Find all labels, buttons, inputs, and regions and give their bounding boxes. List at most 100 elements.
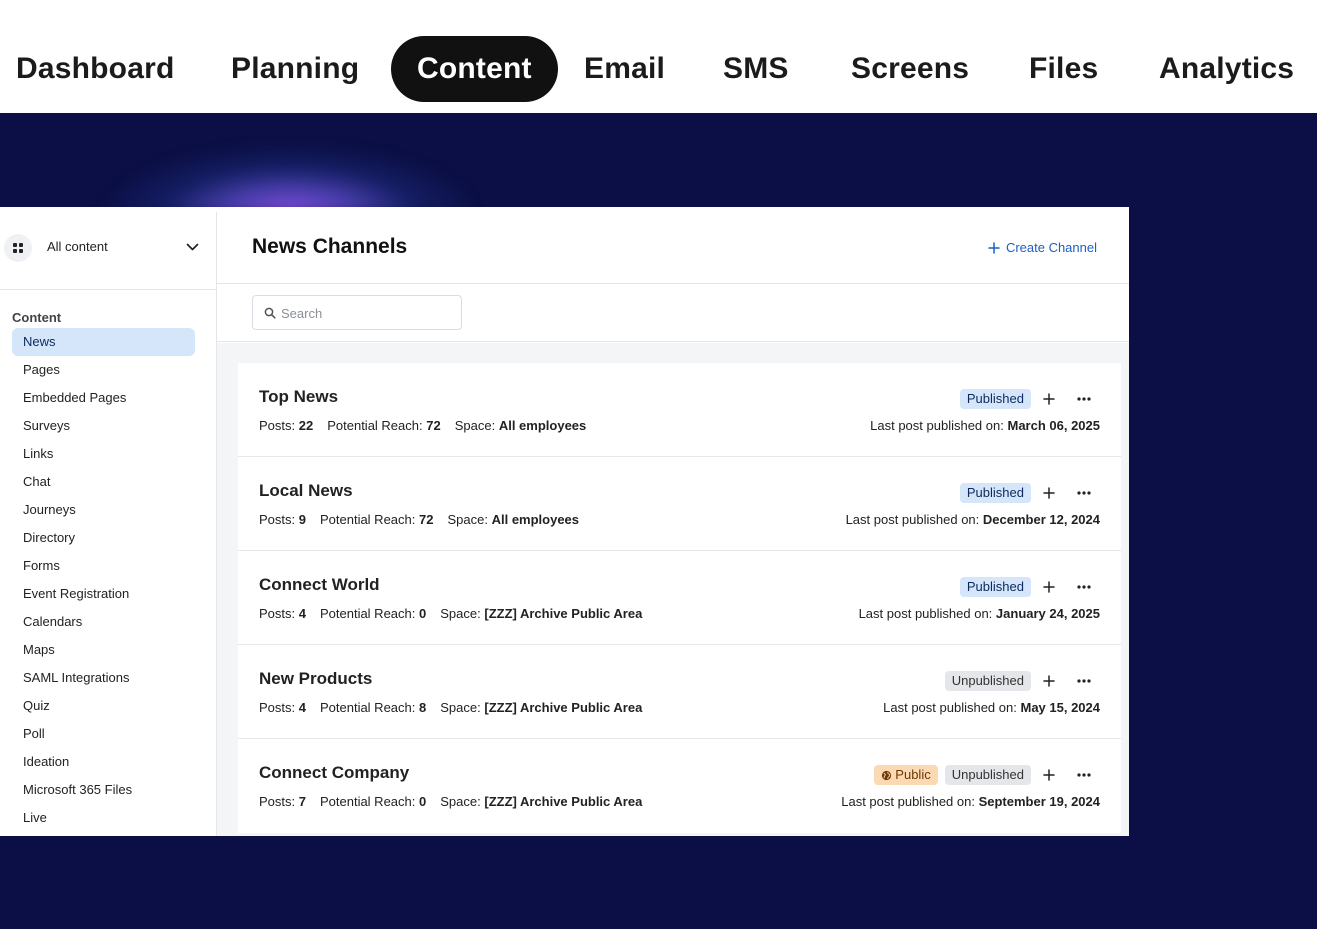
space-label: Space: xyxy=(440,606,481,621)
channel-actions: Published xyxy=(953,481,1101,505)
ellipsis-icon xyxy=(1076,491,1091,495)
posts-value: 4 xyxy=(298,700,306,715)
sidebar-item-links[interactable]: Links xyxy=(12,440,195,468)
status-badge: Published xyxy=(959,577,1031,597)
sidebar-item-pages[interactable]: Pages xyxy=(12,356,195,384)
add-post-button[interactable] xyxy=(1031,763,1066,787)
space-label: Space: xyxy=(440,700,481,715)
status-badge: Published xyxy=(959,483,1031,503)
sidebar-item-poll[interactable]: Poll xyxy=(12,720,195,748)
nav-tab-screens[interactable]: Screens xyxy=(851,36,969,102)
plus-icon xyxy=(1042,393,1055,405)
nav-tab-analytics[interactable]: Analytics xyxy=(1159,36,1294,102)
space-value: [ZZZ] Archive Public Area xyxy=(484,700,643,715)
sidebar-item-directory[interactable]: Directory xyxy=(12,524,195,552)
search-bar xyxy=(217,284,1129,342)
status-badge: Unpublished xyxy=(944,671,1031,691)
space-value: [ZZZ] Archive Public Area xyxy=(484,794,643,809)
add-post-button[interactable] xyxy=(1031,669,1066,693)
more-options-button[interactable] xyxy=(1066,669,1101,693)
content-panel: All content Content News Pages Embedded … xyxy=(0,207,1129,836)
channel-name[interactable]: New Products xyxy=(259,669,372,689)
posts-label: Posts: xyxy=(259,606,296,621)
channel-meta: Posts: 4 Potential Reach: 8 Space: [ZZZ] A… xyxy=(259,700,642,715)
last-post-value: March 06, 2025 xyxy=(1007,418,1100,433)
sidebar-item-journeys[interactable]: Journeys xyxy=(12,496,195,524)
sidebar: All content Content News Pages Embedded … xyxy=(0,212,217,836)
reach-label: Potential Reach: xyxy=(319,700,416,715)
last-post-date: Last post published on: December 12, 202… xyxy=(846,512,1100,527)
page-header: News Channels Create Channel xyxy=(217,212,1129,284)
add-post-button[interactable] xyxy=(1031,481,1066,505)
public-badge: Public xyxy=(874,765,938,785)
nav-tab-email[interactable]: Email xyxy=(584,36,665,102)
nav-edge xyxy=(1300,0,1317,113)
nav-tab-content[interactable]: Content xyxy=(391,36,558,102)
plus-icon xyxy=(1042,487,1055,499)
channel-card[interactable]: Connect Company Posts: 7 Potential Reach:… xyxy=(238,739,1121,833)
space-value: [ZZZ] Archive Public Area xyxy=(484,606,643,621)
sidebar-item-embedded-pages[interactable]: Embedded Pages xyxy=(12,384,195,412)
reach-value: 72 xyxy=(426,418,441,433)
sidebar-item-chat[interactable]: Chat xyxy=(12,468,195,496)
channel-list: Top News Posts: 22 Potential Reach: 72 Spa… xyxy=(238,363,1121,833)
last-post-date: Last post published on: March 06, 2025 xyxy=(870,418,1100,433)
space-label: Space: xyxy=(447,512,488,527)
page-title: News Channels xyxy=(252,235,408,258)
channel-actions: Published xyxy=(953,387,1101,411)
sidebar-item-saml-integrations[interactable]: SAML Integrations xyxy=(12,664,195,692)
sidebar-item-quiz[interactable]: Quiz xyxy=(12,692,195,720)
add-post-button[interactable] xyxy=(1031,387,1066,411)
space-value: All employees xyxy=(491,512,580,527)
channel-card[interactable]: Connect World Posts: 4 Potential Reach: 0… xyxy=(238,551,1121,645)
sidebar-item-live[interactable]: Live xyxy=(12,804,195,832)
channel-card[interactable]: Top News Posts: 22 Potential Reach: 72 Spa… xyxy=(238,363,1121,457)
content-type-selector[interactable]: All content xyxy=(0,212,216,290)
posts-value: 22 xyxy=(298,418,314,433)
space-value: All employees xyxy=(498,418,587,433)
nav-tab-dashboard[interactable]: Dashboard xyxy=(16,36,175,102)
posts-value: 4 xyxy=(298,606,306,621)
sidebar-item-surveys[interactable]: Surveys xyxy=(12,412,195,440)
search-input[interactable] xyxy=(281,303,451,323)
last-post-value: January 24, 2025 xyxy=(995,606,1100,621)
sidebar-item-event-registration[interactable]: Event Registration xyxy=(12,580,195,608)
last-post-label: Last post published on: xyxy=(858,606,993,621)
channel-name[interactable]: Connect World xyxy=(259,575,380,595)
add-post-button[interactable] xyxy=(1031,575,1066,599)
create-channel-button[interactable]: Create Channel xyxy=(988,240,1097,255)
sidebar-item-microsoft-365-files[interactable]: Microsoft 365 Files xyxy=(12,776,195,804)
posts-label: Posts: xyxy=(259,794,296,809)
sidebar-item-news[interactable]: News xyxy=(12,328,195,356)
sidebar-item-forms[interactable]: Forms xyxy=(12,552,195,580)
last-post-label: Last post published on: xyxy=(845,512,980,527)
channel-name[interactable]: Connect Company xyxy=(259,763,409,783)
last-post-date: Last post published on: September 19, 20… xyxy=(841,794,1100,809)
nav-tab-sms[interactable]: SMS xyxy=(723,36,789,102)
channel-card[interactable]: Local News Posts: 9 Potential Reach: 72 Sp… xyxy=(238,457,1121,551)
posts-value: 7 xyxy=(298,794,306,809)
reach-value: 0 xyxy=(419,794,427,809)
nav-tab-planning[interactable]: Planning xyxy=(231,36,359,102)
more-options-button[interactable] xyxy=(1066,763,1101,787)
plus-icon xyxy=(1042,581,1055,593)
sidebar-item-maps[interactable]: Maps xyxy=(12,636,195,664)
sidebar-item-calendars[interactable]: Calendars xyxy=(12,608,195,636)
nav-tab-files[interactable]: Files xyxy=(1029,36,1098,102)
more-options-button[interactable] xyxy=(1066,481,1101,505)
channel-list-area: Top News Posts: 22 Potential Reach: 72 Spa… xyxy=(217,343,1129,836)
more-options-button[interactable] xyxy=(1066,387,1101,411)
channel-name[interactable]: Top News xyxy=(259,387,338,407)
ellipsis-icon xyxy=(1076,397,1091,401)
globe-icon xyxy=(882,770,892,780)
last-post-value: December 12, 2024 xyxy=(982,512,1100,527)
channel-meta: Posts: 7 Potential Reach: 0 Space: [ZZZ] A… xyxy=(259,794,642,809)
posts-label: Posts: xyxy=(259,418,296,433)
channel-name[interactable]: Local News xyxy=(259,481,353,501)
sidebar-item-ideation[interactable]: Ideation xyxy=(12,748,195,776)
more-options-button[interactable] xyxy=(1066,575,1101,599)
channel-card[interactable]: New Products Posts: 4 Potential Reach: 8S… xyxy=(238,645,1121,739)
status-badge: Published xyxy=(959,389,1031,409)
reach-value: 8 xyxy=(419,700,427,715)
search-icon xyxy=(264,307,276,319)
